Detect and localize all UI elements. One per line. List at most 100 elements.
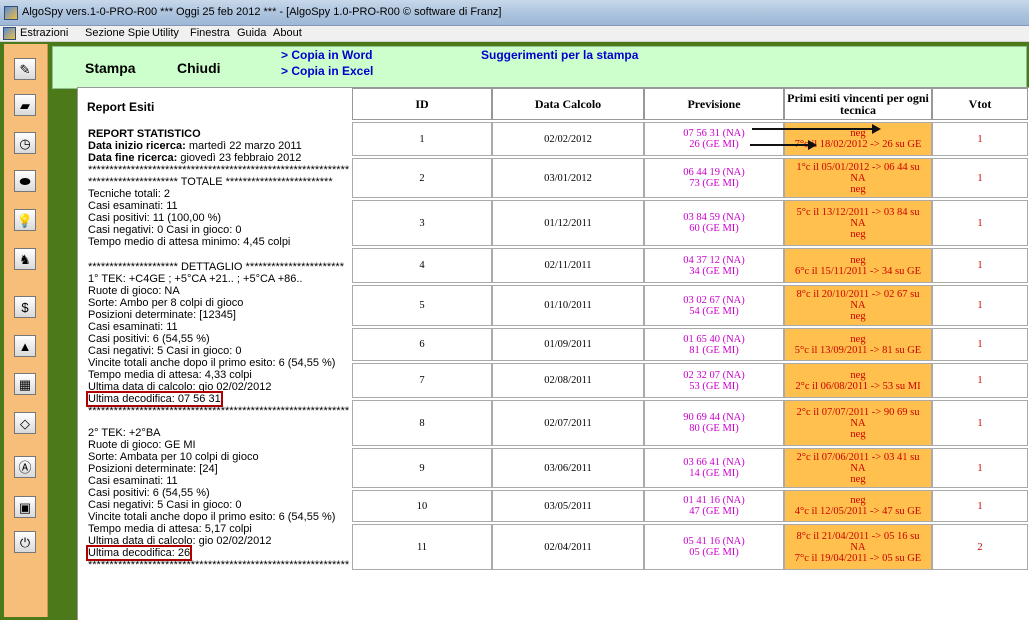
clock-icon[interactable]: ◷ [14,132,36,154]
pyramid-icon[interactable]: ▲ [14,335,36,357]
report-line: Data fine ricerca: giovedì 23 febbraio 2… [88,152,302,164]
report-line: Posizioni determinate: [24] [88,463,218,475]
cell-data-calcolo: 02/07/2011 [492,400,644,446]
book-icon[interactable]: ▰ [14,94,36,116]
report-line: Casi negativi: 0 Casi in gioco: 0 [88,224,242,236]
report-line: Tempo medio di attesa minimo: 4,45 colpi [88,236,291,248]
cell-esiti: neg 4°c il 12/05/2011 -> 47 su GE [784,490,932,522]
copia-excel-link[interactable]: > Copia in Excel [281,64,373,78]
esito-line: 5°c il 13/12/2011 -> 03 84 su [796,206,920,218]
report-line: Casi esaminati: 11 [88,321,178,333]
esito-line: NA [850,541,866,553]
previsione-line: 34 (GE MI) [689,265,739,277]
col-header-data: Data Calcolo [492,88,644,120]
report-line: Ultima data di calcolo: gio 02/02/2012 [88,381,272,393]
esito-line: NA [850,172,866,184]
lightbulb-icon[interactable]: 💡 [14,209,36,231]
esito-line: neg [850,495,866,506]
previsione-line: 06 44 19 (NA) [683,167,745,178]
cell-vtot: 1 [932,122,1028,156]
report-line: Data inizio ricerca: martedì 22 marzo 20… [88,140,302,152]
letter-a-icon[interactable]: Ⓐ [14,456,36,478]
cell-vtot: 1 [932,448,1028,488]
esito-line: 6°c il 15/11/2011 -> 34 su GE [795,265,921,277]
cell-previsione: 90 69 44 (NA) 80 (GE MI) [644,400,784,446]
cell-vtot: 1 [932,490,1028,522]
esito-line: 2°c il 07/06/2011 -> 03 41 su [796,451,920,463]
esito-line: neg [850,311,866,322]
menu-guida[interactable]: Guida [237,27,266,39]
esito-line: 8°c il 20/10/2011 -> 02 67 su [796,289,920,300]
cell-vtot: 1 [932,248,1028,283]
report-line: 2° TEK: +2°BA [88,427,161,439]
cell-id: 6 [352,328,492,361]
previsione-line: 01 65 40 (NA) [683,333,745,345]
menu-about[interactable]: About [273,27,302,39]
report-line: Sorte: Ambo per 8 colpi di gioco [88,297,244,309]
col-header-vtot: Vtot [932,88,1028,120]
menu-utility[interactable]: Utility [152,27,179,39]
cell-id: 1 [352,122,492,156]
power-icon[interactable]: ⏻ [14,531,36,553]
cell-data-calcolo: 02/08/2011 [492,363,644,398]
dollar-icon[interactable]: $ [14,296,36,318]
pencil-icon[interactable]: ✎ [14,58,36,80]
sidebar: ✎ ▰ ◷ ⬬ 💡 ♞ $ ▲ ▦ ◇ Ⓐ ▣ ⏻ [4,44,48,617]
previsione-line: 04 37 12 (NA) [683,254,745,266]
report-line: Casi esaminati: 11 [88,475,178,487]
cell-previsione: 01 41 16 (NA) 47 (GE MI) [644,490,784,522]
esito-line: 8°c il 21/04/2011 -> 05 16 su [796,530,920,542]
joystick-icon[interactable]: ♞ [14,248,36,270]
esito-line: 5°c il 13/09/2011 -> 81 su GE [794,344,922,356]
cell-previsione: 03 66 41 (NA) 14 (GE MI) [644,448,784,488]
cell-data-calcolo: 03/05/2011 [492,490,644,522]
cell-esiti: 2°c il 07/07/2011 -> 90 69 su NA neg [784,400,932,446]
report-line: Casi negativi: 5 Casi in gioco: 0 [88,345,242,357]
report-line: Ruote di gioco: NA [88,285,180,297]
previsione-line: 14 (GE MI) [689,468,739,479]
report-line: Sorte: Ambata per 10 colpi di gioco [88,451,259,463]
copia-word-link[interactable]: > Copia in Word [281,48,372,62]
previsione-line: 07 56 31 (NA) [683,128,745,139]
previsione-line: 05 (GE MI) [689,547,739,558]
stampa-button[interactable]: Stampa [85,60,136,76]
report-line: Ultima data di calcolo: gio 02/02/2012 [88,535,272,547]
cell-vtot: 1 [932,328,1028,361]
previsione-line: 03 84 59 (NA) [683,212,745,223]
previsione-line: 90 69 44 (NA) [683,412,745,423]
esito-line: neg [850,228,866,240]
cell-data-calcolo: 03/01/2012 [492,158,644,198]
previsione-line: 54 (GE MI) [689,305,739,317]
screen-icon[interactable]: ▣ [14,496,36,518]
report-line: Casi negativi: 5 Casi in gioco: 0 [88,499,242,511]
chiudi-button[interactable]: Chiudi [177,60,221,76]
esito-line: neg [850,333,866,345]
menu-estrazioni[interactable]: Estrazioni [20,27,68,39]
report-line: Tempo media di attesa: 5,17 colpi [88,523,252,535]
cell-vtot: 1 [932,158,1028,198]
cell-data-calcolo: 03/06/2011 [492,448,644,488]
drop-icon[interactable]: ◇ [14,412,36,434]
previsione-line: 01 41 16 (NA) [683,495,745,506]
cell-vtot: 1 [932,363,1028,398]
esito-line: 1°c il 05/01/2012 -> 06 44 su [796,161,920,173]
esito-line: NA [850,462,866,474]
previsione-line: 05 41 16 (NA) [683,536,745,547]
suggerimenti-link[interactable]: Suggerimenti per la stampa [481,48,638,62]
separator-line: ****************************************… [88,164,350,176]
separator-line: ********************* DETTAGLIO ********… [88,261,344,273]
cell-vtot: 2 [932,524,1028,570]
menu-sezione-spie[interactable]: Sezione Spie [85,27,150,39]
previsione-line: 26 (GE MI) [689,139,739,150]
cell-id: 5 [352,285,492,326]
pill-icon[interactable]: ⬬ [14,170,36,192]
previsione-line: 73 (GE MI) [689,178,739,189]
report-line: Tecniche totali: 2 [88,188,170,200]
calendar-icon[interactable]: ▦ [14,373,36,395]
cell-vtot: 1 [932,400,1028,446]
cell-id: 11 [352,524,492,570]
menu-finestra[interactable]: Finestra [190,27,230,39]
document-icon[interactable] [3,27,16,40]
cell-esiti: 8°c il 20/10/2011 -> 02 67 su NA neg [784,285,932,326]
cell-vtot: 1 [932,285,1028,326]
